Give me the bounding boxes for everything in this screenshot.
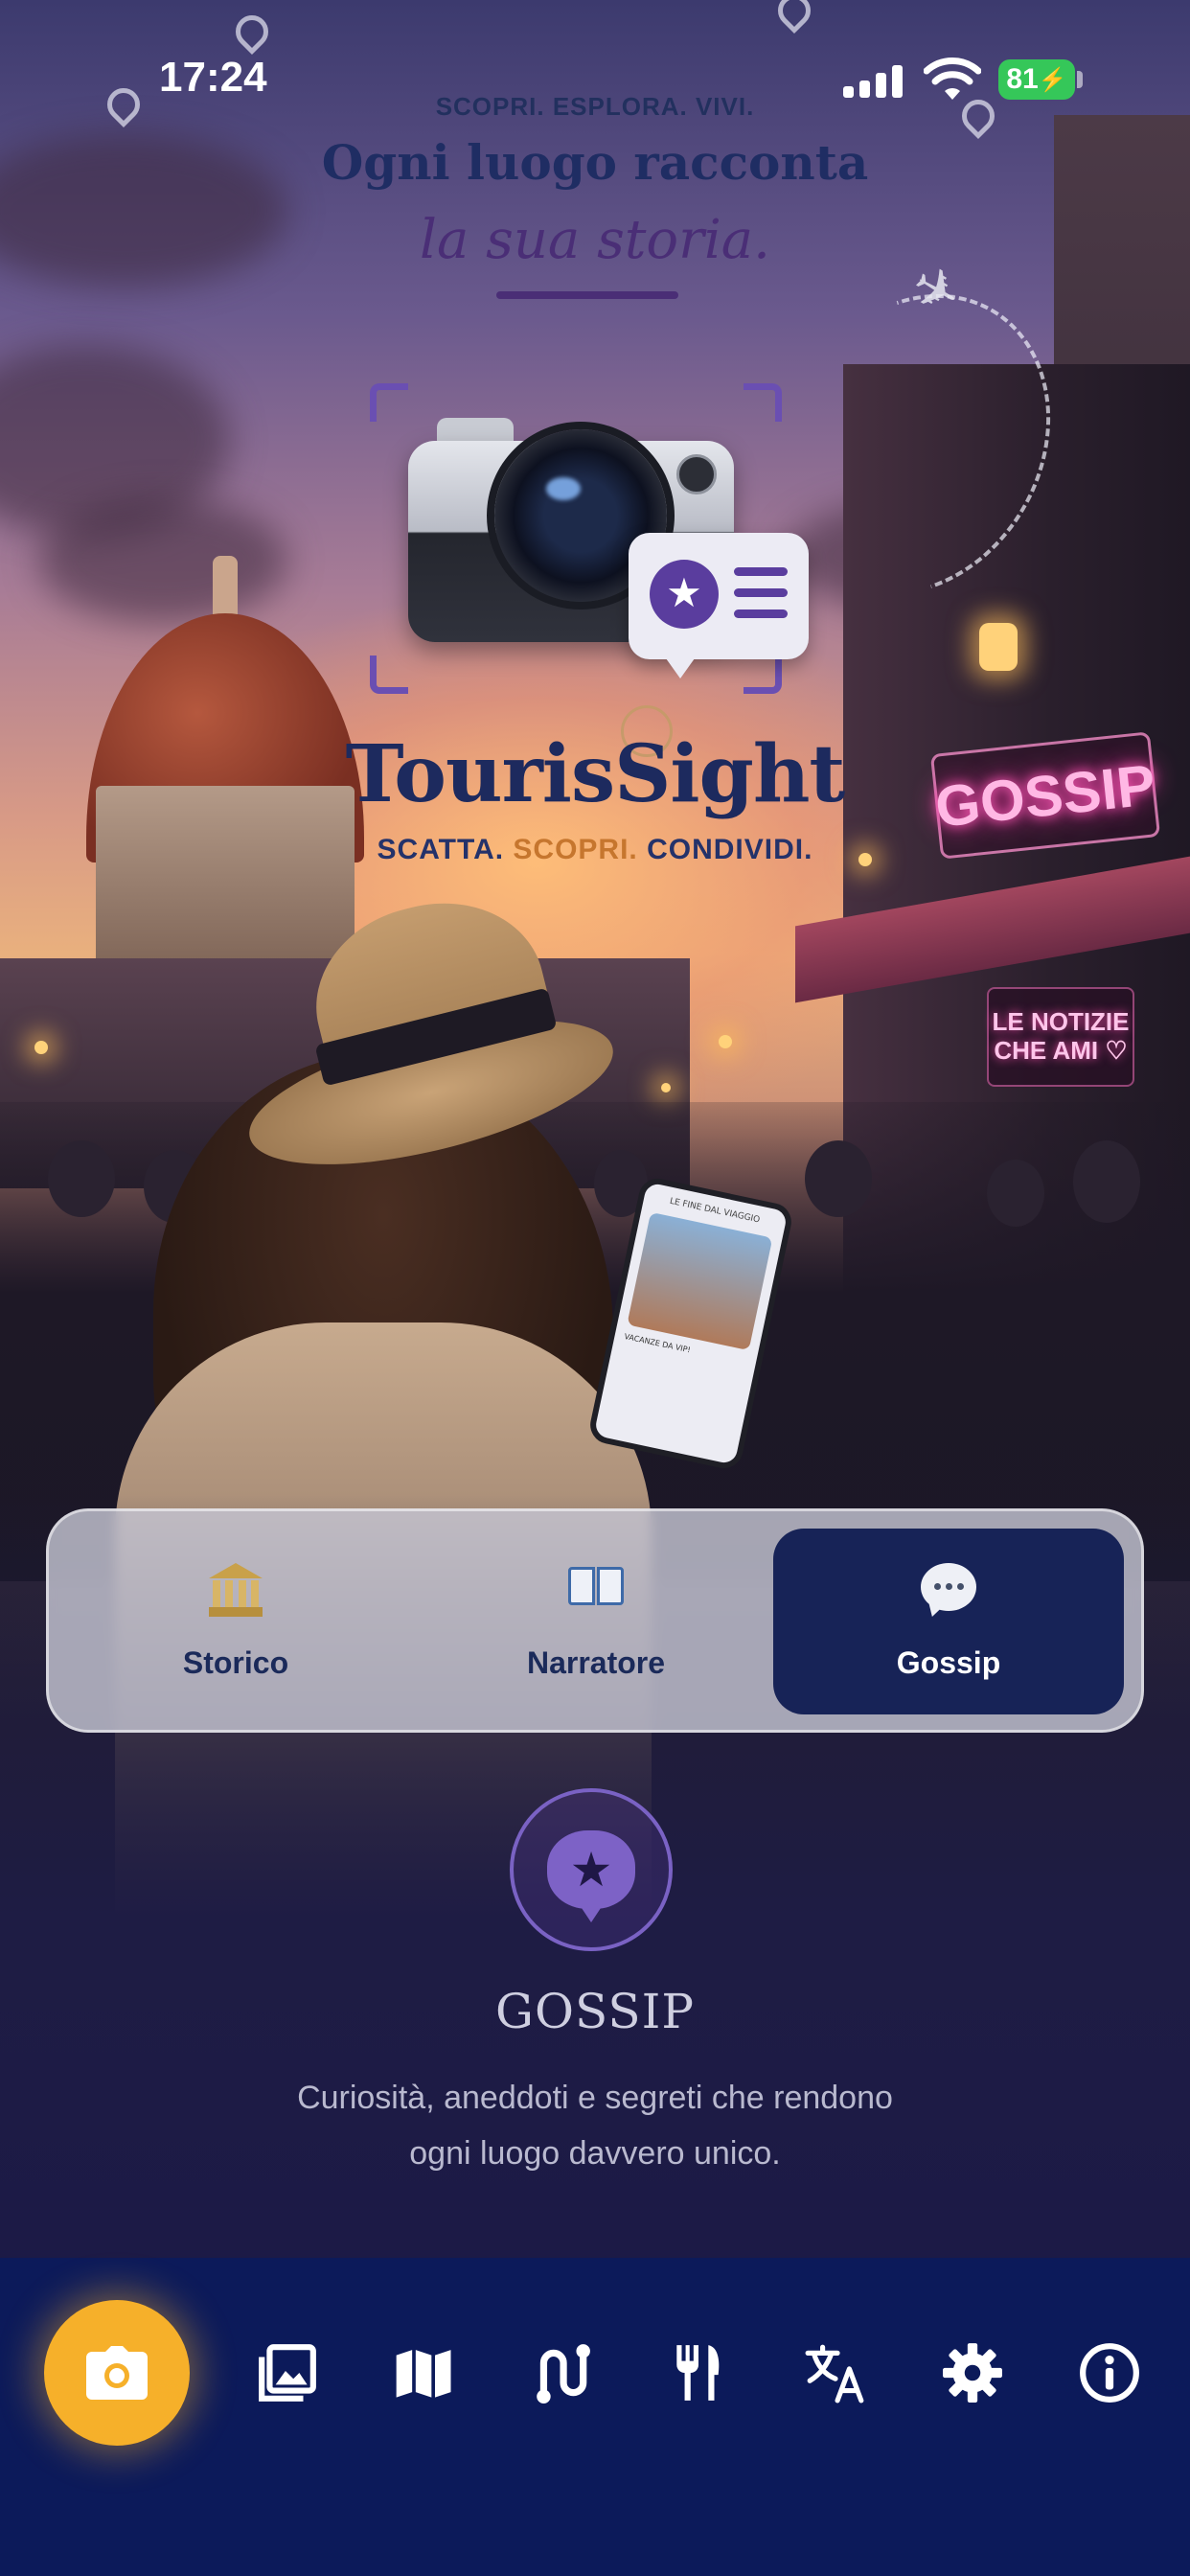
mode-title: GOSSIP [495,1984,695,2039]
mode-description: Curiosità, aneddoti e segreti che rendon… [297,2080,893,2172]
street-lamp [979,623,1018,671]
tab-gossip[interactable]: Gossip [773,1529,1124,1714]
viewfinder-corner [744,383,782,422]
slogan-part1: SCATTA. [377,834,514,865]
gallery-button[interactable] [253,2338,322,2407]
neon-news-sign: LE NOTIZIE CHE AMI ♡ [987,987,1134,1087]
translate-button[interactable] [801,2338,870,2407]
viewfinder-corner [370,656,408,694]
tab-label: Storico [182,1644,289,1680]
restaurant-button[interactable] [664,2338,733,2407]
cloud [38,498,287,623]
bottom-navigation [0,2258,1190,2576]
person [48,1140,115,1217]
route-button[interactable] [527,2338,596,2407]
tagline-top: SCOPRI. ESPLORA. VIVI. [435,92,755,121]
battery-cap [1077,71,1083,88]
info-icon [1080,2343,1139,2403]
logo-bubble-tail [661,652,699,678]
slogan-part2: SCOPRI. [513,834,638,865]
person [805,1140,872,1217]
tab-narratore[interactable]: Narratore [421,1529,771,1714]
settings-button[interactable] [938,2338,1007,2407]
map-icon [396,2350,451,2398]
mode-selector: Storico Narratore Gossip [46,1508,1144,1733]
street-lamp [719,1035,732,1048]
settings-icon [943,2343,1002,2403]
viewfinder-corner [744,656,782,694]
logo-lens-glint [546,477,581,500]
app-name: TourisSight [345,728,846,820]
app-slogan: SCATTA. SCOPRI. CONDIVIDI. [0,834,1190,866]
battery-level: 81 [1006,63,1039,95]
neon-news-line2: CHE AMI ♡ [994,1036,1128,1065]
person [1073,1140,1140,1223]
logo-camera-knob [676,454,717,494]
street-lamp [34,1041,48,1054]
mode-badge: ★ [510,1788,673,1951]
tab-label: Gossip [896,1644,1001,1680]
tab-storico[interactable]: Storico [60,1529,411,1714]
tab-label: Narratore [526,1644,666,1680]
headline-line1: Ogni luogo racconta [321,134,869,191]
camera-icon [86,2346,148,2400]
headline-underline [496,291,678,299]
translate-icon [805,2344,864,2404]
logo-text-line [734,588,788,597]
headline-line2: la sua storia. [420,209,770,271]
star-speech-bubble-icon: ★ [547,1830,635,1922]
viewfinder-corner [370,383,408,422]
neon-news-line1: LE NOTIZIE [992,1007,1130,1037]
slogan-part3: CONDIVIDI. [637,834,813,865]
person [987,1160,1044,1227]
restaurant-icon [676,2345,720,2401]
street-lamp [661,1083,671,1092]
camera-button[interactable] [44,2300,190,2446]
info-button[interactable] [1075,2338,1144,2407]
gallery-icon [259,2344,316,2402]
logo-text-line [734,567,788,576]
speech-bubble-icon [921,1562,976,1626]
phone-illustration-photo [627,1211,773,1351]
classical-building-icon [209,1562,263,1626]
map-button[interactable] [390,2338,459,2407]
route-icon [537,2344,590,2404]
logo-text-line [734,610,788,618]
star-icon: ★ [650,560,719,629]
open-book-icon [566,1563,626,1626]
